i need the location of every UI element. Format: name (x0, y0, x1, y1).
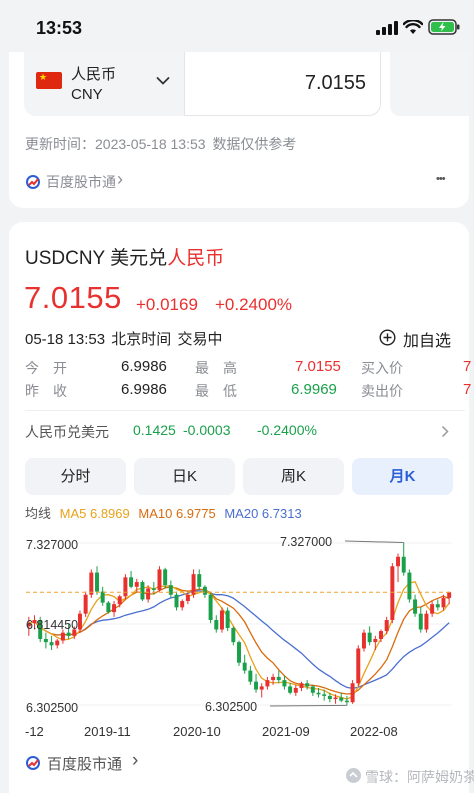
update-time-row: 更新时间：2023-05-18 13:53 数据仅供参考 (25, 134, 296, 154)
reverse-rate-row[interactable]: 人民币兑美元 0.1425 -0.0003 -0.2400% (9, 420, 469, 444)
tab-minute[interactable]: 分时 (25, 458, 126, 495)
amount-value: 7.0155 (304, 72, 366, 94)
reverse-change-pct: -0.2400% (257, 422, 317, 438)
status-bar: 13:53 (0, 0, 474, 52)
amount-input[interactable]: 7.0155 (184, 52, 381, 116)
wifi-icon (403, 20, 423, 34)
battery-icon (428, 19, 460, 35)
disclaimer: 数据仅供参考 (212, 136, 297, 152)
trade-info: 05-18 13:53 北京时间 交易中 (25, 328, 222, 349)
tab-daily-k[interactable]: 日K (134, 458, 235, 495)
price-change: +0.0169 (136, 295, 198, 314)
stat-label: 最 高 (195, 360, 237, 376)
title-code: USDCNY (25, 248, 105, 269)
trading-status: 交易中 (177, 331, 223, 348)
signal-icon (376, 21, 398, 35)
plus-circle-icon (379, 329, 396, 346)
update-label: 更新时间： (25, 136, 95, 152)
stat-label: 卖出价 (361, 383, 403, 399)
reverse-change: -0.0003 (183, 422, 231, 438)
title-cn-prefix: 美元兑 (110, 248, 168, 269)
stat-value: 6.9986 (121, 381, 167, 398)
stat-value: 7.0155 (295, 358, 341, 375)
converter-card: ★ 人民币 CNY 7.0155 更新时间：2023-05-18 13:53 数… (9, 52, 469, 208)
price-change-pct: +0.2400% (215, 295, 293, 314)
reverse-label: 人民币兑美元 (25, 424, 109, 440)
source-label: 百度股市通 (46, 174, 116, 190)
chevron-down-icon (156, 77, 170, 85)
china-flag-icon: ★ (36, 72, 62, 89)
ma10-legend: MA10 6.9775 (138, 506, 216, 521)
source-chevron-icon: › (117, 169, 123, 189)
currency-selector[interactable]: ★ 人民币 CNY (24, 52, 184, 116)
more-icon[interactable]: ••• (436, 173, 446, 185)
stat-label: 买入价 (361, 360, 403, 376)
stat-value: 7 (463, 358, 472, 375)
chevron-right-icon (441, 425, 449, 438)
stat-value: 6.9986 (121, 358, 167, 375)
ma5-legend: MA5 6.8969 (59, 506, 130, 521)
reverse-rate: 0.1425 (133, 422, 176, 438)
stat-label: 最 低 (195, 383, 237, 399)
baidu-stock-logo-icon (26, 756, 40, 770)
currency-code: CNY (71, 86, 103, 103)
status-time: 13:53 (36, 18, 83, 38)
tab-weekly-k[interactable]: 周K (243, 458, 344, 495)
bottom-chevron-icon: › (132, 750, 139, 771)
ma20-legend: MA20 6.7313 (224, 506, 302, 521)
quote-title: USDCNY 美元兑人民币 (25, 243, 224, 270)
tab-monthly-k[interactable]: 月K (352, 458, 453, 495)
stats-grid: 今 开 6.9986 最 高 7.0155 买入价 7 昨 收 6.9986 最… (9, 356, 472, 404)
ma-legend: 均线 MA5 6.8969 MA10 6.9775 MA20 6.7313 (25, 503, 302, 522)
watermark-text: 雪球：阿萨姆奶茶 (365, 769, 474, 785)
divider (25, 410, 465, 411)
quote-card: USDCNY 美元兑人民币 7.0155 +0.0169 +0.2400% 05… (9, 222, 472, 793)
stat-label: 昨 收 (25, 383, 67, 399)
timezone: 北京时间 (111, 331, 172, 348)
target-currency-box[interactable] (390, 52, 469, 116)
xueqiu-logo-icon (346, 768, 361, 783)
currency-name: 人民币 (71, 66, 117, 83)
bottom-source-label: 百度股市通 (47, 756, 123, 773)
ma-legend-label: 均线 (25, 506, 52, 521)
stat-value: 6.9969 (291, 381, 337, 398)
quote-datetime: 05-18 13:53 (25, 331, 106, 348)
price: 7.0155 (24, 280, 122, 315)
baidu-stock-logo-icon (26, 175, 40, 189)
add-watch-label: 加自选 (403, 333, 452, 350)
update-time: 2023-05-18 13:53 (95, 136, 206, 152)
stat-label: 今 开 (25, 360, 67, 376)
stat-value: 7 (463, 381, 472, 398)
title-cn-highlight: 人民币 (167, 248, 225, 269)
